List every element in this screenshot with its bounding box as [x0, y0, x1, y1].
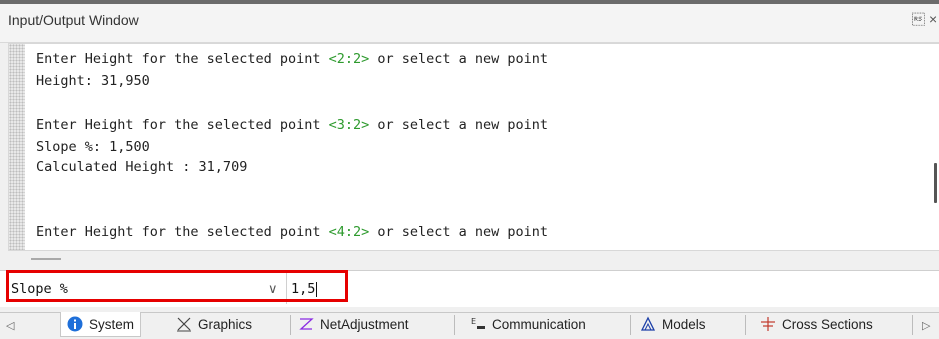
output-line: Height: 31,950	[36, 73, 150, 89]
tab-system[interactable]: System	[60, 312, 142, 337]
tab-models[interactable]: Models	[640, 312, 706, 336]
tab-divider	[630, 315, 631, 335]
output-gutter	[9, 44, 25, 250]
models-icon	[640, 316, 656, 331]
communication-icon: E	[471, 317, 485, 329]
scroll-left-icon[interactable]: ◁	[6, 319, 14, 332]
svg-text:E: E	[471, 317, 476, 326]
tab-graphics[interactable]: Graphics	[176, 312, 252, 336]
output-line: Enter Height for the selected point <4:2…	[36, 224, 549, 240]
scroll-right-icon[interactable]: ▷	[922, 319, 930, 332]
point-ref: <3:2>	[328, 117, 370, 133]
output-line: Enter Height for the selected point <3:2…	[36, 117, 549, 133]
graphics-icon	[177, 317, 191, 332]
output-area: Enter Height for the selected point <2:2…	[8, 43, 939, 251]
net-adjustment-icon	[299, 318, 314, 330]
tab-divider	[454, 315, 455, 335]
vertical-scrollbar[interactable]	[934, 163, 937, 203]
cross-sections-icon	[761, 317, 775, 331]
output-line: Slope %: 1,500	[36, 139, 150, 155]
output-line: Calculated Height : 31,709	[36, 159, 248, 175]
pin-icon[interactable]	[912, 12, 925, 27]
point-ref: <4:2>	[328, 224, 370, 240]
output-line: Enter Height for the selected point <2:2…	[36, 51, 549, 67]
highlight-box	[6, 270, 348, 302]
point-ref: <2:2>	[328, 51, 370, 67]
tab-netadjustment[interactable]: NetAdjustment	[298, 312, 409, 336]
panel-titlebar	[0, 4, 939, 43]
tab-cross-sections[interactable]: Cross Sections	[760, 312, 873, 336]
panel-title: Input/Output Window	[8, 12, 139, 28]
tab-communication[interactable]: E Communication	[470, 312, 586, 336]
tab-divider	[290, 315, 291, 335]
tab-divider	[745, 315, 746, 335]
tab-divider	[912, 315, 913, 335]
info-icon	[67, 316, 83, 332]
close-icon[interactable]: ×	[929, 11, 939, 27]
splitter-handle[interactable]	[31, 258, 61, 260]
